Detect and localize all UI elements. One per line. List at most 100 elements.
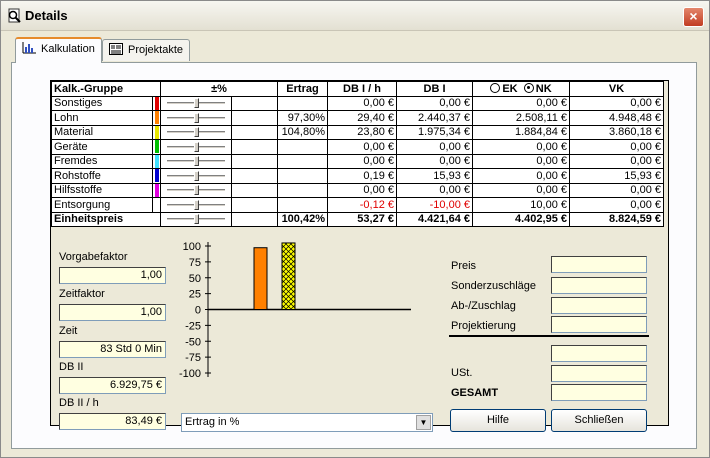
adjust-slider[interactable]: [167, 126, 225, 138]
header-kalk-gruppe: Kalk.-Gruppe: [51, 81, 161, 97]
zeit-label: Zeit: [59, 325, 78, 337]
pm-value-cell[interactable]: [231, 182, 278, 198]
group-color-swatch: [152, 153, 161, 169]
hilfe-button[interactable]: Hilfe: [450, 409, 546, 432]
zeitfaktor-field[interactable]: 1,00: [59, 304, 166, 321]
pm-value-cell[interactable]: [231, 211, 278, 227]
table-row: Hilfsstoffe 0,00 €0,00 €0,00 €0,00 €: [51, 182, 664, 198]
sonderzuschlaege-field[interactable]: [551, 277, 647, 294]
header-ek-nk: EK NK: [472, 81, 570, 97]
nk-radio[interactable]: [523, 82, 534, 93]
sum-divider: [449, 335, 649, 337]
adjust-slider[interactable]: [167, 141, 225, 153]
db2-field[interactable]: 6.929,75 €: [59, 377, 166, 394]
window-title: Details: [25, 8, 68, 23]
vk-cell: 0,00 €: [569, 182, 664, 198]
tab-kalkulation[interactable]: Kalkulation: [15, 37, 102, 63]
adjust-slider[interactable]: [167, 199, 225, 211]
group-color-swatch: [152, 197, 161, 213]
vk-cell: 0,00 €: [569, 95, 664, 111]
tab-kalkulation-label: Kalkulation: [41, 43, 95, 55]
vorgabefaktor-field[interactable]: 1,00: [59, 267, 166, 284]
group-color-swatch: [152, 110, 161, 126]
kalkulation-frame: Kalk.-Gruppe ±% Ertrag DB I / h DB I EK …: [50, 80, 669, 432]
tab-projektakte-label: Projektakte: [128, 44, 184, 56]
group-name-cell: Rohstoffe: [51, 168, 153, 184]
ek-nk-cell: 0,00 €: [472, 182, 570, 198]
slider-thumb[interactable]: [194, 112, 199, 123]
header-ertrag: Ertrag: [277, 81, 328, 97]
schliessen-button[interactable]: Schließen: [551, 409, 647, 432]
ek-nk-cell: 4.402,95 €: [472, 211, 570, 227]
slider-thumb[interactable]: [194, 127, 199, 138]
chart-tick-label: -50: [185, 336, 201, 348]
color-swatch: [154, 154, 159, 168]
db1-h-cell: 0,19 €: [327, 168, 397, 184]
slider-thumb[interactable]: [194, 98, 199, 109]
slider-thumb[interactable]: [194, 156, 199, 167]
gesamt-field[interactable]: [551, 384, 647, 401]
color-swatch: [154, 140, 159, 154]
chart-tick-label: 0: [195, 305, 201, 317]
pm-value-cell[interactable]: [231, 95, 278, 111]
pm-value-cell[interactable]: [231, 110, 278, 126]
adjust-slider-cell: [160, 110, 232, 126]
close-button[interactable]: ×: [683, 7, 704, 27]
slider-thumb[interactable]: [194, 185, 199, 196]
ek-radio[interactable]: [490, 82, 501, 93]
ab-zuschlag-label: Ab-/Zuschlag: [451, 300, 516, 312]
nk-radio-label: NK: [535, 82, 552, 95]
vk-cell: 0,00 €: [569, 153, 664, 169]
adjust-slider[interactable]: [167, 170, 225, 182]
slider-thumb[interactable]: [194, 141, 199, 152]
chart-mode-select[interactable]: Ertrag in % ▼: [181, 413, 433, 432]
slider-thumb[interactable]: [194, 199, 199, 210]
db1-cell: 0,00 €: [396, 182, 473, 198]
slider-thumb[interactable]: [194, 170, 199, 181]
pm-value-cell[interactable]: [231, 168, 278, 184]
db1-cell: 0,00 €: [396, 153, 473, 169]
title-bar[interactable]: Details ×: [1, 1, 709, 31]
pm-value-cell[interactable]: [231, 124, 278, 140]
group-name-cell: Einheitspreis: [51, 211, 161, 227]
chart-tick-label: 100: [183, 241, 201, 253]
db1-cell: 15,93 €: [396, 168, 473, 184]
ab-zuschlag-field[interactable]: [551, 297, 647, 314]
tab-projektakte[interactable]: Projektakte: [102, 39, 191, 61]
adjust-slider[interactable]: [167, 155, 225, 167]
adjust-slider[interactable]: [167, 112, 225, 124]
zeit-field[interactable]: 83 Std 0 Min: [59, 341, 166, 358]
ek-nk-cell: 0,00 €: [472, 95, 570, 111]
subtotal-field[interactable]: [551, 345, 647, 362]
ek-nk-cell: 0,00 €: [472, 153, 570, 169]
ertrag-cell: [277, 182, 328, 198]
adjust-slider[interactable]: [167, 213, 225, 225]
adjust-slider-cell: [160, 95, 232, 111]
header-db1: DB I: [396, 81, 473, 97]
db2-h-field[interactable]: 83,49 €: [59, 413, 166, 430]
adjust-slider-cell: [160, 168, 232, 184]
table-row: Sonstiges 0,00 €0,00 €0,00 €0,00 €: [51, 95, 664, 111]
ek-nk-cell: 0,00 €: [472, 168, 570, 184]
ertrag-cell: 100,42%: [277, 211, 328, 227]
ertrag-cell: [277, 168, 328, 184]
color-swatch: [154, 96, 159, 110]
ertrag-cell: [277, 139, 328, 155]
pm-value-cell[interactable]: [231, 139, 278, 155]
slider-thumb[interactable]: [194, 214, 199, 225]
projektierung-field[interactable]: [551, 316, 647, 333]
adjust-slider[interactable]: [167, 184, 225, 196]
adjust-slider-cell: [160, 211, 232, 227]
color-swatch: [154, 169, 159, 183]
chart-bar-lohn: [253, 247, 268, 310]
db2-h-label: DB II / h: [59, 397, 99, 409]
ust-field[interactable]: [551, 365, 647, 382]
kalkulation-panel: Kalk.-Gruppe ±% Ertrag DB I / h DB I EK …: [11, 62, 697, 449]
adjust-slider[interactable]: [167, 97, 225, 109]
pm-value-cell[interactable]: [231, 153, 278, 169]
total-row: Einheitspreis 100,42% 53,27 €4.421,64 €4.4…: [51, 211, 664, 227]
preis-field[interactable]: [551, 256, 647, 273]
pm-value-cell[interactable]: [231, 197, 278, 213]
table-row: Lohn 97,30% 29,40 €2.440,37 €2.508,11 €4.9…: [51, 110, 664, 126]
chevron-down-icon[interactable]: ▼: [416, 415, 431, 430]
